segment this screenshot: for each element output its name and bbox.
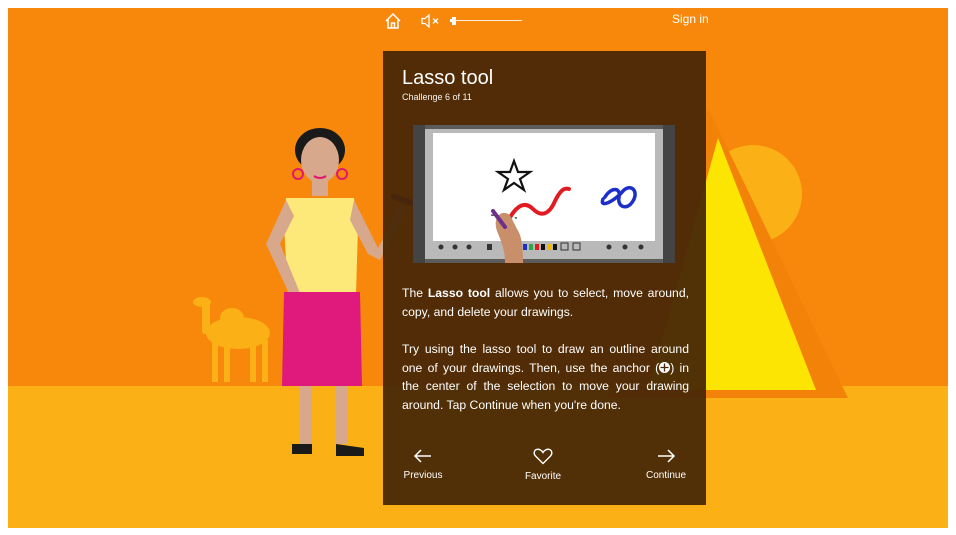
instructions-part-1: Try using the lasso tool to draw an outl… [402, 342, 689, 375]
description-bold-term: Lasso tool [427, 286, 491, 300]
heart-icon [533, 448, 553, 465]
favorite-button[interactable]: Favorite [503, 448, 583, 482]
challenge-title: Lasso tool [402, 67, 494, 89]
previous-button[interactable]: Previous [383, 448, 463, 481]
sign-in-link[interactable]: Sign in [672, 12, 709, 26]
mute-button[interactable] [420, 10, 442, 32]
volume-track [450, 20, 522, 21]
continue-label: Continue [645, 470, 687, 481]
description-prefix: The [402, 286, 428, 300]
previous-label: Previous [403, 470, 443, 481]
lasso-tool-illustration [413, 125, 675, 263]
arrow-right-icon [658, 449, 676, 463]
top-bar: Sign in [0, 0, 940, 40]
anchor-icon [659, 361, 671, 373]
volume-thumb[interactable] [452, 17, 456, 25]
favorite-label: Favorite [524, 471, 562, 482]
challenge-card: Lasso tool Challenge 6 of 11 The Lasso t… [383, 51, 706, 505]
speaker-muted-icon [421, 13, 439, 29]
continue-button[interactable]: Continue [626, 448, 706, 481]
arrow-left-icon [413, 449, 431, 463]
home-icon [385, 12, 401, 29]
home-button[interactable] [382, 10, 404, 32]
lasso-description: The Lasso tool allows you to select, mov… [402, 284, 689, 321]
challenge-progress: Challenge 6 of 11 [402, 92, 472, 102]
volume-slider[interactable] [450, 17, 522, 25]
lasso-instructions: Try using the lasso tool to draw an outl… [402, 340, 689, 414]
